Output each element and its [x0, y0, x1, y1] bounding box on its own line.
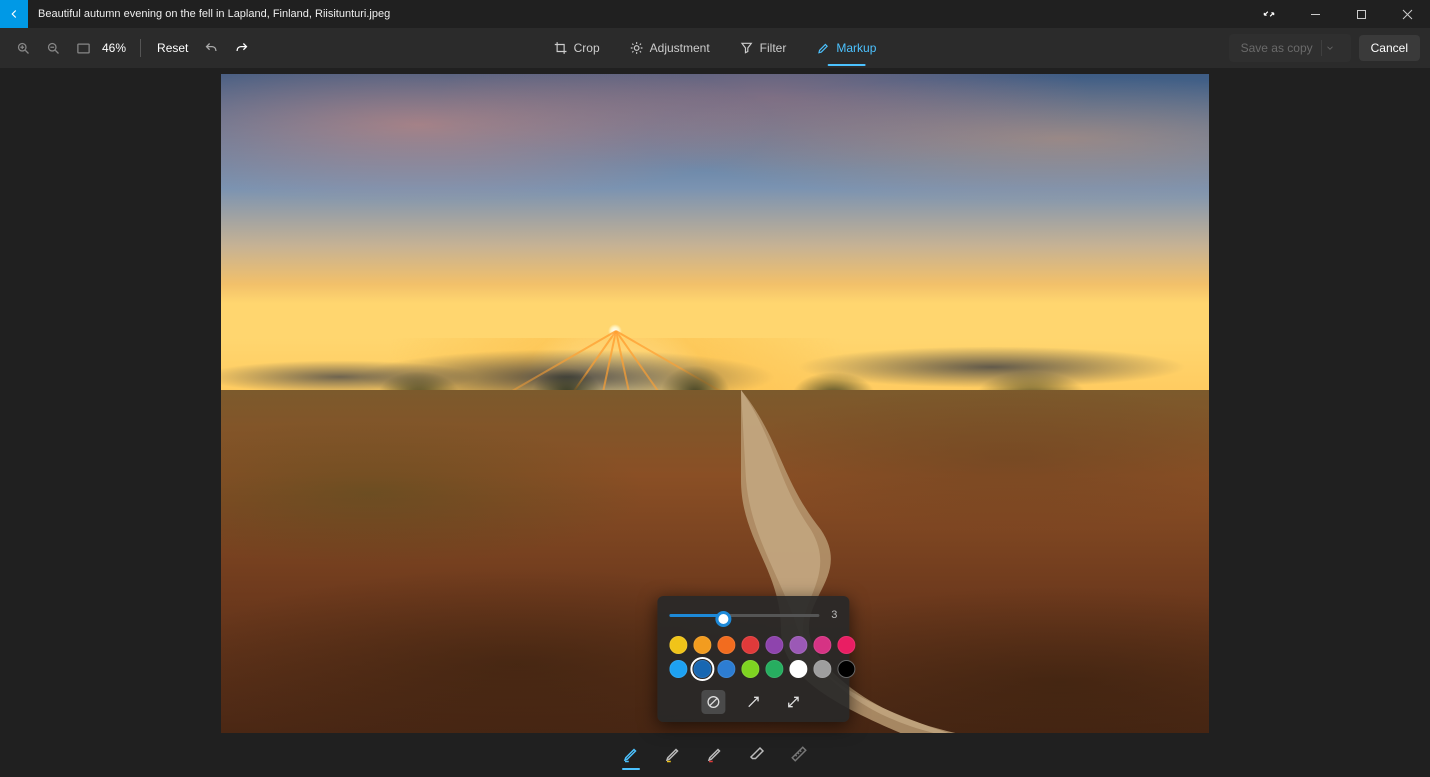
tab-label: Markup: [836, 41, 876, 55]
button-label: Save as copy: [1241, 41, 1313, 55]
back-button[interactable]: [0, 0, 28, 28]
window-controls: [1248, 0, 1430, 28]
undo-button[interactable]: [198, 35, 224, 61]
cancel-button[interactable]: Cancel: [1359, 35, 1420, 61]
eraser-tool[interactable]: [744, 741, 770, 767]
color-swatch[interactable]: [789, 660, 807, 678]
filter-icon: [740, 41, 754, 55]
button-label: Cancel: [1371, 41, 1408, 55]
canvas-area: 3: [0, 68, 1430, 777]
arrow-single-button[interactable]: [741, 690, 765, 714]
arrow-style-row: [669, 690, 837, 714]
markup-options-panel: 3: [657, 596, 849, 722]
color-swatch[interactable]: [669, 636, 687, 654]
pen-icon: [816, 41, 830, 55]
sun-icon: [630, 41, 644, 55]
edit-tabs: Crop Adjustment Filter Markup: [552, 28, 879, 68]
tab-label: Crop: [574, 41, 600, 55]
zoom-level: 46%: [102, 41, 126, 55]
zoom-out-button[interactable]: [40, 35, 66, 61]
fullscreen-button[interactable]: [1248, 0, 1290, 28]
minimize-button[interactable]: [1292, 0, 1338, 28]
color-swatch[interactable]: [813, 660, 831, 678]
tab-crop[interactable]: Crop: [552, 28, 602, 68]
arrow-none-button[interactable]: [701, 690, 725, 714]
tab-markup[interactable]: Markup: [814, 28, 878, 68]
pen-size-value: 3: [827, 609, 837, 621]
fit-button[interactable]: [70, 35, 96, 61]
tab-filter[interactable]: Filter: [738, 28, 789, 68]
color-swatch[interactable]: [765, 660, 783, 678]
markup-toolbar: [612, 737, 818, 771]
color-swatch[interactable]: [693, 636, 711, 654]
pen-size-row: 3: [669, 608, 837, 622]
save-as-copy-button[interactable]: Save as copy: [1229, 34, 1351, 62]
color-swatch[interactable]: [717, 660, 735, 678]
pen-tool-2[interactable]: [660, 741, 686, 767]
app-root: Beautiful autumn evening on the fell in …: [0, 0, 1430, 777]
tab-label: Adjustment: [650, 41, 710, 55]
pen-tool-3[interactable]: [702, 741, 728, 767]
color-swatch[interactable]: [813, 636, 831, 654]
pen-size-slider[interactable]: [669, 608, 819, 622]
separator: [140, 39, 141, 57]
redo-button[interactable]: [228, 35, 254, 61]
maximize-button[interactable]: [1338, 0, 1384, 28]
toolbar: 46% Reset Crop Adjustment Filter: [0, 28, 1430, 68]
color-swatches: [669, 636, 837, 678]
color-swatch[interactable]: [741, 636, 759, 654]
color-swatch[interactable]: [837, 660, 855, 678]
crop-icon: [554, 41, 568, 55]
color-swatch[interactable]: [765, 636, 783, 654]
arrow-double-button[interactable]: [781, 690, 805, 714]
ruler-tool[interactable]: [786, 741, 812, 767]
tab-adjustment[interactable]: Adjustment: [628, 28, 712, 68]
color-swatch[interactable]: [669, 660, 687, 678]
zoom-in-button[interactable]: [10, 35, 36, 61]
chevron-down-icon[interactable]: [1321, 40, 1339, 56]
tab-label: Filter: [760, 41, 787, 55]
pen-tool-1[interactable]: [618, 741, 644, 767]
reset-button[interactable]: Reset: [151, 37, 194, 59]
window-title: Beautiful autumn evening on the fell in …: [38, 8, 390, 20]
titlebar: Beautiful autumn evening on the fell in …: [0, 0, 1430, 28]
close-button[interactable]: [1384, 0, 1430, 28]
color-swatch[interactable]: [693, 660, 711, 678]
color-swatch[interactable]: [741, 660, 759, 678]
color-swatch[interactable]: [837, 636, 855, 654]
color-swatch[interactable]: [717, 636, 735, 654]
color-swatch[interactable]: [789, 636, 807, 654]
